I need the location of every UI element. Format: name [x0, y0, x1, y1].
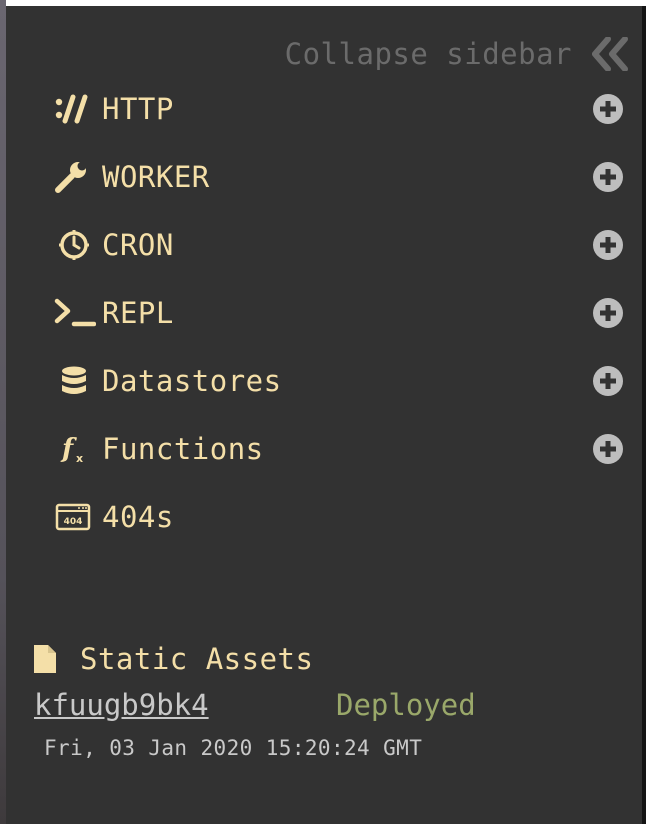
sidebar: Collapse sidebar HTTP WORKER CRON REPL D… [6, 6, 642, 824]
add-datastore-button[interactable] [592, 365, 624, 397]
file-icon [34, 645, 56, 673]
add-function-button[interactable] [592, 433, 624, 465]
collapse-sidebar-button[interactable]: Collapse sidebar [285, 32, 630, 76]
sidebar-item-label: Functions [102, 432, 264, 466]
svg-text:404: 404 [64, 517, 83, 527]
sidebar-item-datastores[interactable]: Datastores [54, 354, 624, 408]
sidebar-item-label: REPL [102, 296, 174, 330]
plus-circle-icon [593, 366, 623, 396]
double-chevron-left-icon [592, 37, 628, 71]
sidebar-item-label: WORKER [102, 160, 210, 194]
sidebar-item-label: 404s [102, 500, 174, 534]
svg-text:x: x [76, 452, 83, 465]
function-icon: f x [54, 427, 98, 471]
plus-circle-icon [593, 162, 623, 192]
sidebar-item-worker[interactable]: WORKER [54, 150, 624, 204]
clock-icon [54, 223, 98, 267]
deploy-timestamp: Fri, 03 Jan 2020 15:20:24 GMT [44, 736, 423, 760]
sidebar-item-label: Datastores [102, 364, 282, 398]
sidebar-item-label: HTTP [102, 92, 174, 126]
svg-text:f: f [60, 434, 77, 464]
plus-circle-icon [593, 230, 623, 260]
add-repl-button[interactable] [592, 297, 624, 329]
add-cron-button[interactable] [592, 229, 624, 261]
sidebar-item-functions[interactable]: f x Functions [54, 422, 624, 476]
plus-circle-icon [593, 298, 623, 328]
static-assets-header: Static Assets [32, 634, 313, 684]
sidebar-item-404s[interactable]: 404 404s [54, 490, 624, 544]
plus-circle-icon [593, 434, 623, 464]
http-icon [54, 87, 98, 131]
database-icon [54, 359, 98, 403]
add-worker-button[interactable] [592, 161, 624, 193]
deploy-status: Deployed [336, 688, 476, 722]
plus-circle-icon [593, 94, 623, 124]
404-icon: 404 [54, 495, 98, 539]
sidebar-item-label: CRON [102, 228, 174, 262]
sidebar-item-http[interactable]: HTTP [54, 82, 624, 136]
panel-border [642, 6, 646, 824]
add-http-button[interactable] [592, 93, 624, 125]
sidebar-item-cron[interactable]: CRON [54, 218, 624, 272]
collapse-sidebar-label: Collapse sidebar [284, 37, 572, 71]
terminal-icon [54, 291, 98, 335]
sidebar-item-repl[interactable]: REPL [54, 286, 624, 340]
static-assets-title: Static Assets [80, 642, 314, 676]
deploy-id-link[interactable]: kfuugb9bk4 [34, 688, 209, 722]
wrench-icon [54, 155, 98, 199]
